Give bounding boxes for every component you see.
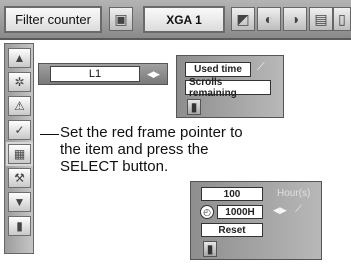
info-icon[interactable]: ▯ [333, 7, 351, 31]
signal-mode-display: XGA 1 [143, 6, 225, 33]
triangle-up-icon[interactable]: ▲ [8, 48, 31, 68]
filter-info-panel: Used time ⟋ Scrolls remaining ▮ [176, 55, 284, 118]
l1-value[interactable]: L1 [50, 66, 140, 82]
input-icon[interactable]: ▣ [109, 7, 133, 31]
menu-title: Filter counter [4, 6, 102, 33]
pointer-line [40, 134, 59, 135]
filter-icon[interactable]: ▦ [6, 142, 33, 166]
setting-icon[interactable]: ▤ [309, 7, 333, 31]
exit-icon[interactable]: ▮ [8, 216, 31, 236]
clock-icon: ◴ [200, 205, 214, 219]
panel-exit-icon[interactable]: ▮ [187, 99, 201, 115]
check-icon[interactable]: ✓ [8, 120, 31, 140]
scrolls-remaining-label[interactable]: Scrolls remaining [185, 77, 271, 99]
timer-panel: 100 Hour(s) ◴ 1000H ◀▶ ⟋ Reset ▮ [190, 181, 322, 260]
l1-arrows-icon[interactable]: ◀▶ [143, 66, 163, 82]
timer-exit-icon[interactable]: ▮ [203, 241, 217, 257]
reset-button[interactable]: Reset [201, 223, 263, 237]
used-time-dash-icon: ⟋ [257, 61, 265, 73]
image-adjust-icon[interactable]: ◑ [283, 7, 307, 31]
timer-dash-icon: ⟋ [295, 204, 302, 215]
top-toolbar: Filter counter ▣ XGA 1 ◩ ◐ ◑ ▤ ▯ [0, 0, 351, 40]
instruction-text: Set the red frame pointer to the item an… [60, 124, 243, 175]
hours-unit: Hour(s) [277, 188, 311, 199]
used-time-label[interactable]: Used time [185, 62, 251, 77]
screen-icon[interactable]: ◩ [231, 7, 255, 31]
side-menu: ▲ ✲ ⚠ ✓ ▦ ⚒ ▼ ▮ [4, 43, 34, 254]
timer-value[interactable]: 1000H [217, 205, 263, 219]
warning-icon[interactable]: ⚠ [8, 96, 31, 116]
wrench-icon[interactable]: ⚒ [8, 168, 31, 188]
timer-arrows-icon[interactable]: ◀▶ [273, 205, 293, 219]
fan-icon[interactable]: ✲ [8, 72, 31, 92]
hours-value: 100 [201, 187, 263, 201]
image-select-icon[interactable]: ◐ [257, 7, 281, 31]
triangle-down-icon[interactable]: ▼ [8, 192, 31, 212]
